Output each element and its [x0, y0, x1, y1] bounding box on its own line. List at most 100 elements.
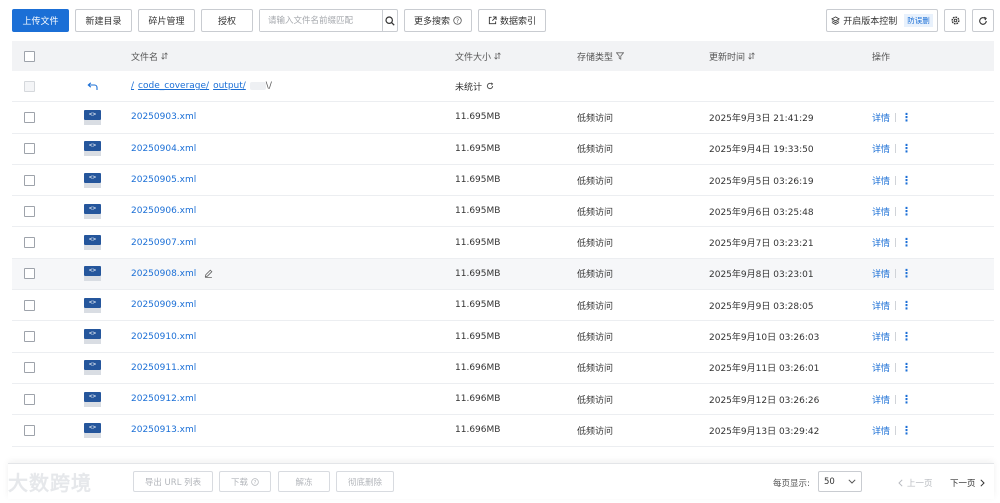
- detail-link[interactable]: 详情: [872, 111, 890, 124]
- page-size-select[interactable]: 50: [818, 471, 862, 492]
- file-row: <> 20250905.xml 11.695MB 低频访问 2025年9月5日 …: [12, 165, 994, 197]
- watermark: 大数跨境: [8, 471, 92, 495]
- header-size[interactable]: 文件大小: [455, 50, 501, 63]
- breadcrumb-root[interactable]: /: [131, 81, 134, 91]
- settings-button[interactable]: [944, 9, 966, 32]
- next-page-label: 下一页: [950, 479, 976, 489]
- more-actions-icon[interactable]: ⋮: [901, 143, 912, 154]
- row-checkbox[interactable]: [24, 111, 35, 123]
- file-name-link[interactable]: 20250904.xml: [131, 144, 196, 154]
- row-checkbox[interactable]: [24, 143, 35, 155]
- prev-page-button[interactable]: 上一页: [898, 477, 933, 489]
- row-checkbox[interactable]: [24, 331, 35, 343]
- more-actions-icon[interactable]: ⋮: [901, 175, 912, 186]
- file-name-link[interactable]: 20250912.xml: [131, 394, 196, 404]
- updated-time: 2025年9月9日 03:28:05: [709, 301, 814, 312]
- file-row: <> 20250912.xml 11.696MB 低频访问 2025年9月12日…: [12, 384, 994, 416]
- action-divider: [895, 238, 897, 248]
- xml-file-icon: <>: [84, 329, 101, 345]
- select-all-checkbox[interactable]: [24, 50, 35, 62]
- fragments-label: 碎片管理: [148, 17, 185, 27]
- detail-link[interactable]: 详情: [872, 205, 890, 218]
- storage-class: 低频访问: [577, 176, 614, 187]
- file-name-link[interactable]: 20250905.xml: [131, 175, 196, 185]
- detail-link[interactable]: 详情: [872, 299, 890, 312]
- unfreeze-button[interactable]: 解冻: [278, 471, 330, 492]
- search-icon: [385, 15, 395, 26]
- header-storage[interactable]: 存储类型: [577, 50, 625, 63]
- fragments-button[interactable]: 碎片管理: [138, 9, 195, 32]
- file-name-link[interactable]: 20250910.xml: [131, 332, 196, 342]
- download-button[interactable]: 下载 ?: [219, 471, 271, 492]
- file-name-link[interactable]: 20250908.xml: [131, 269, 196, 279]
- more-actions-icon[interactable]: ⋮: [901, 206, 912, 217]
- file-name-link[interactable]: 20250911.xml: [131, 363, 196, 373]
- new-directory-button[interactable]: 新建目录: [75, 9, 132, 32]
- authorize-button[interactable]: 授权: [201, 9, 253, 32]
- detail-link[interactable]: 详情: [872, 424, 890, 437]
- help-icon: ?: [453, 16, 462, 25]
- upload-file-button[interactable]: 上传文件: [12, 9, 69, 32]
- more-search-button[interactable]: 更多搜索 ?: [404, 9, 472, 32]
- row-checkbox[interactable]: [24, 174, 35, 186]
- row-checkbox[interactable]: [24, 205, 35, 217]
- row-checkbox[interactable]: [24, 268, 35, 280]
- file-name-link[interactable]: 20250913.xml: [131, 425, 196, 435]
- file-name-link[interactable]: 20250907.xml: [131, 238, 196, 248]
- xml-file-icon: <>: [84, 172, 101, 188]
- more-actions-icon[interactable]: ⋮: [901, 425, 912, 436]
- header-name[interactable]: 文件名: [131, 50, 168, 63]
- permanent-delete-button[interactable]: 彻底删除: [336, 471, 394, 492]
- header-updated[interactable]: 更新时间: [709, 50, 755, 63]
- refresh-button[interactable]: [972, 9, 994, 32]
- xml-file-icon: <>: [84, 360, 101, 376]
- row-checkbox: [24, 80, 35, 92]
- detail-link[interactable]: 详情: [872, 142, 890, 155]
- detail-link[interactable]: 详情: [872, 267, 890, 280]
- detail-link[interactable]: 详情: [872, 174, 890, 187]
- row-checkbox[interactable]: [24, 237, 35, 249]
- more-actions-icon[interactable]: ⋮: [901, 394, 912, 405]
- back-arrow-icon[interactable]: [87, 82, 98, 91]
- data-index-label: 数据索引: [499, 17, 536, 27]
- more-actions-icon[interactable]: ⋮: [901, 112, 912, 123]
- row-checkbox[interactable]: [24, 393, 35, 405]
- detail-link[interactable]: 详情: [872, 330, 890, 343]
- data-index-button[interactable]: 数据索引: [478, 9, 546, 32]
- storage-class: 低频访问: [577, 333, 614, 344]
- detail-link[interactable]: 详情: [872, 236, 890, 249]
- versioning-button[interactable]: 开启版本控制 防误删: [826, 9, 938, 32]
- xml-file-icon: <>: [84, 235, 101, 251]
- next-page-button[interactable]: 下一页: [950, 477, 985, 489]
- svg-text:?: ?: [456, 19, 459, 25]
- more-actions-icon[interactable]: ⋮: [901, 237, 912, 248]
- detail-link[interactable]: 详情: [872, 361, 890, 374]
- row-checkbox[interactable]: [24, 362, 35, 374]
- updated-time: 2025年9月4日 19:33:50: [709, 145, 814, 156]
- external-link-icon: [488, 16, 497, 25]
- file-name-link[interactable]: 20250909.xml: [131, 300, 196, 310]
- updated-time: 2025年9月8日 03:23:01: [709, 270, 814, 281]
- more-actions-icon[interactable]: ⋮: [901, 268, 912, 279]
- search-input[interactable]: [260, 10, 382, 31]
- refresh-icon[interactable]: [486, 82, 494, 90]
- breadcrumb-tail: \/: [265, 81, 272, 92]
- breadcrumb-code-coverage[interactable]: code_coverage/: [138, 81, 209, 91]
- row-checkbox[interactable]: [24, 424, 35, 436]
- xml-file-icon: <>: [84, 141, 101, 157]
- file-row: <> 20250908.xml 11.695MB 低频访问 2025年9月8日 …: [12, 258, 994, 291]
- breadcrumb-output[interactable]: output/: [213, 81, 246, 91]
- more-actions-icon[interactable]: ⋮: [901, 362, 912, 373]
- more-actions-icon[interactable]: ⋮: [901, 300, 912, 311]
- updated-time: 2025年9月7日 03:23:21: [709, 239, 814, 250]
- file-name-link[interactable]: 20250906.xml: [131, 206, 196, 216]
- row-checkbox[interactable]: [24, 299, 35, 311]
- edit-icon[interactable]: [204, 269, 213, 279]
- more-actions-icon[interactable]: ⋮: [901, 331, 912, 342]
- file-name-link[interactable]: 20250903.xml: [131, 112, 196, 122]
- export-url-list-button[interactable]: 导出 URL 列表: [133, 471, 213, 492]
- xml-file-icon: <>: [84, 109, 101, 125]
- storage-class: 低频访问: [577, 145, 614, 156]
- search-button[interactable]: [382, 10, 397, 31]
- detail-link[interactable]: 详情: [872, 393, 890, 406]
